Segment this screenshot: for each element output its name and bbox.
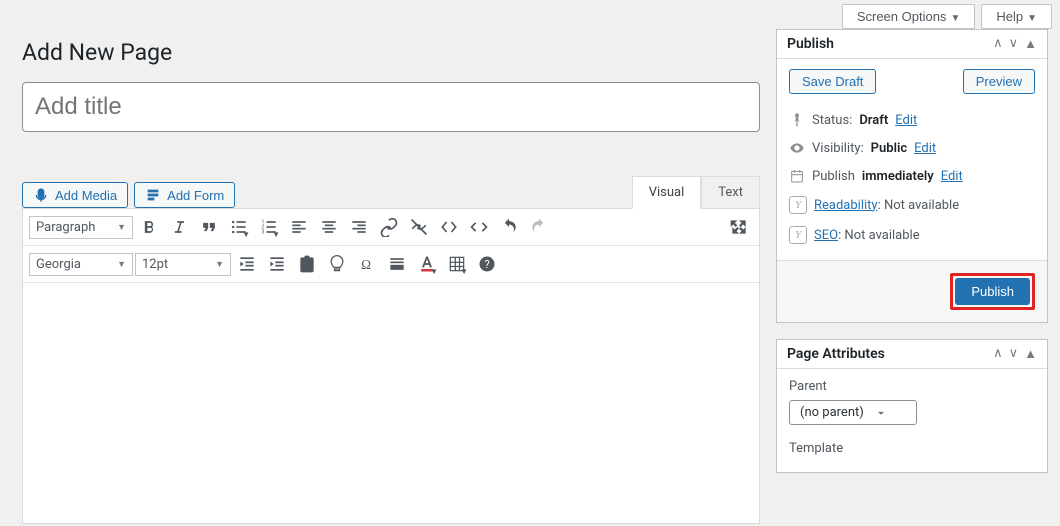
caret-down-icon: ▼	[950, 13, 960, 24]
font-select[interactable]: Georgia ▼	[29, 253, 133, 276]
caret-down-icon: ▼	[460, 267, 468, 276]
font-value: Georgia	[36, 257, 81, 272]
special-char-button[interactable]: Ω	[353, 250, 381, 278]
bold-button[interactable]	[135, 213, 163, 241]
move-down-icon[interactable]: ∨	[1009, 36, 1019, 52]
toolbar-row-2: Georgia ▼ 12pt ▼ Ω ▼ ▼ ?	[23, 246, 759, 283]
parent-value: (no parent)	[800, 405, 864, 420]
parent-label: Parent	[789, 379, 1035, 394]
publish-box-title: Publish	[787, 36, 834, 52]
svg-text:3: 3	[262, 230, 265, 236]
bullet-list-button[interactable]: ▼	[225, 213, 253, 241]
clear-format-button[interactable]	[323, 250, 351, 278]
indent-button[interactable]	[263, 250, 291, 278]
editor-box: Paragraph▼ ▼ 123▼ Georgia▼ 1	[22, 208, 760, 524]
caret-down-icon: ▼	[117, 222, 126, 233]
edit-status-link[interactable]: Edit	[895, 113, 917, 128]
form-icon	[145, 187, 161, 203]
publish-button[interactable]: Publish	[955, 278, 1030, 305]
publish-highlight: Publish	[950, 273, 1035, 310]
source-code-button[interactable]	[465, 213, 493, 241]
format-value: Paragraph	[36, 220, 95, 235]
page-title: Add New Page	[22, 29, 760, 82]
help-button[interactable]: Help ▼	[981, 4, 1052, 29]
move-down-icon[interactable]: ∨	[1009, 346, 1019, 362]
help-label: Help	[996, 9, 1023, 24]
page-attributes-title: Page Attributes	[787, 346, 885, 362]
yoast-icon: Y	[789, 226, 807, 244]
formats-button[interactable]	[383, 250, 411, 278]
italic-button[interactable]	[165, 213, 193, 241]
toggle-panel-icon[interactable]: ▲	[1024, 346, 1037, 362]
edit-publish-date-link[interactable]: Edit	[941, 169, 963, 184]
redo-button[interactable]	[525, 213, 553, 241]
title-input[interactable]	[22, 82, 760, 132]
screen-options-button[interactable]: Screen Options▼	[842, 4, 976, 29]
text-color-button[interactable]: ▼	[413, 250, 441, 278]
yoast-icon: Y	[789, 196, 807, 214]
preview-button[interactable]: Preview	[963, 69, 1035, 94]
parent-select[interactable]: (no parent)	[789, 400, 917, 425]
numbered-list-button[interactable]: 123▼	[255, 213, 283, 241]
publish-box: Publish ∧ ∨ ▲ Save Draft Preview Status:…	[776, 29, 1048, 323]
editor-tabs: Visual Text	[632, 176, 760, 208]
seo-row: Y SEO: Not available	[789, 220, 1035, 250]
readability-link[interactable]: Readability	[814, 198, 878, 213]
edit-visibility-link[interactable]: Edit	[914, 141, 936, 156]
fullscreen-button[interactable]	[725, 213, 753, 241]
template-label: Template	[789, 441, 1035, 456]
align-left-button[interactable]	[285, 213, 313, 241]
toggle-panel-icon[interactable]: ▲	[1024, 36, 1037, 52]
link-button[interactable]	[375, 213, 403, 241]
caret-down-icon: ▼	[1027, 13, 1037, 24]
font-size-select[interactable]: 12pt ▼	[135, 253, 231, 276]
undo-button[interactable]	[495, 213, 523, 241]
tab-text[interactable]: Text	[701, 176, 760, 208]
add-form-label: Add Form	[167, 188, 224, 203]
caret-down-icon: ▼	[272, 230, 280, 239]
readability-row: Y Readability: Not available	[789, 190, 1035, 220]
eye-icon	[789, 140, 805, 156]
save-draft-button[interactable]: Save Draft	[789, 69, 876, 94]
help-button-toolbar[interactable]: ?	[473, 250, 501, 278]
screen-options-label: Screen Options	[857, 9, 947, 24]
chevron-down-icon	[874, 406, 888, 420]
page-attributes-box: Page Attributes ∧ ∨ ▲ Parent (no parent)…	[776, 339, 1048, 473]
status-row: Status: Draft Edit	[789, 106, 1035, 134]
top-bar: Screen Options▼ Help▼	[0, 0, 1060, 29]
caret-down-icon: ▼	[242, 230, 250, 239]
tab-visual[interactable]: Visual	[632, 176, 702, 209]
main-column: Add New Page Add Media Add Form Visual T…	[22, 29, 760, 524]
media-icon	[33, 187, 49, 203]
insert-shortcode-button[interactable]	[435, 213, 463, 241]
sidebar: Publish ∧ ∨ ▲ Save Draft Preview Status:…	[776, 29, 1048, 524]
table-button[interactable]: ▼	[443, 250, 471, 278]
align-right-button[interactable]	[345, 213, 373, 241]
calendar-icon	[789, 168, 805, 184]
caret-down-icon: ▼	[430, 267, 438, 276]
pin-icon	[789, 112, 805, 128]
publish-date-row: Publish immediately Edit	[789, 162, 1035, 190]
font-size-value: 12pt	[142, 257, 168, 272]
move-up-icon[interactable]: ∧	[993, 346, 1003, 362]
add-form-button[interactable]: Add Form	[134, 182, 235, 208]
blockquote-button[interactable]	[195, 213, 223, 241]
outdent-button[interactable]	[233, 250, 261, 278]
visibility-row: Visibility: Public Edit	[789, 134, 1035, 162]
svg-text:Ω: Ω	[361, 257, 371, 272]
caret-down-icon: ▼	[215, 259, 224, 270]
add-media-button[interactable]: Add Media	[22, 182, 128, 208]
toolbar-row-1: Paragraph▼ ▼ 123▼	[23, 209, 759, 246]
seo-link[interactable]: SEO	[814, 228, 838, 243]
paste-text-button[interactable]	[293, 250, 321, 278]
add-media-label: Add Media	[55, 188, 117, 203]
align-center-button[interactable]	[315, 213, 343, 241]
svg-text:?: ?	[485, 258, 490, 271]
format-select[interactable]: Paragraph ▼	[29, 216, 133, 239]
editor-content[interactable]	[23, 283, 759, 523]
move-up-icon[interactable]: ∧	[993, 36, 1003, 52]
caret-down-icon: ▼	[117, 259, 126, 270]
unlink-button[interactable]	[405, 213, 433, 241]
